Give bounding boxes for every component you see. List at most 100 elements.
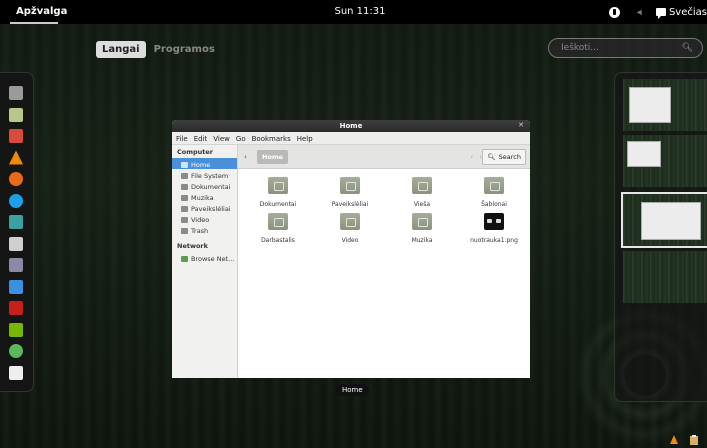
folder-icon bbox=[268, 177, 288, 194]
software-center-icon-shape bbox=[9, 344, 23, 358]
status-tray: ◂ᵢ Svečias bbox=[608, 4, 707, 20]
text-editor-icon-shape bbox=[9, 107, 23, 122]
folder-icon bbox=[181, 194, 188, 201]
menu-edit[interactable]: Edit bbox=[194, 135, 208, 143]
file-view: Dokumentai Paveikslėliai Vieša Šablonai Darb… bbox=[238, 169, 530, 378]
window-title: Home bbox=[339, 122, 363, 130]
search-button-label: Search bbox=[498, 153, 521, 161]
folder-item[interactable]: Muzika bbox=[392, 213, 452, 244]
dash bbox=[0, 72, 34, 392]
back-arrow-icon[interactable]: ‹ bbox=[244, 153, 247, 161]
nvidia-icon-shape bbox=[9, 322, 23, 337]
sidebar-item-1[interactable]: File System bbox=[172, 169, 237, 180]
workspace-thumbnail[interactable] bbox=[623, 79, 707, 131]
close-icon[interactable]: ✕ bbox=[518, 121, 524, 129]
folder-item[interactable]: Vieša bbox=[392, 177, 452, 208]
sidebar-item-5[interactable]: Video bbox=[172, 213, 237, 224]
tab-windows[interactable]: Langai bbox=[96, 41, 146, 58]
window-caption: Home bbox=[336, 384, 369, 396]
clipboard-tray-icon[interactable] bbox=[689, 435, 699, 445]
files-icon-shape bbox=[9, 86, 23, 100]
workspace-window-thumbnail bbox=[627, 141, 661, 167]
filezilla-icon[interactable] bbox=[7, 300, 25, 316]
menu-view[interactable]: View bbox=[213, 135, 230, 143]
activities-button[interactable]: Apžvalga bbox=[0, 0, 67, 24]
dropbox-icon[interactable] bbox=[7, 279, 25, 295]
folder-item[interactable]: Paveikslėliai bbox=[320, 177, 380, 208]
vlc-icon[interactable] bbox=[7, 150, 25, 166]
web-browser-icon[interactable] bbox=[7, 214, 25, 230]
folder-icon bbox=[340, 213, 360, 230]
firefox-icon[interactable] bbox=[7, 171, 25, 187]
file-manager-window[interactable]: Home ✕ File Edit View Go Bookmarks Help Compu… bbox=[172, 120, 530, 378]
text-editor-icon[interactable] bbox=[7, 107, 25, 123]
chevron-left-icon[interactable]: ‹ bbox=[470, 153, 473, 161]
folder-item[interactable]: Darbastalis bbox=[248, 213, 308, 244]
folder-icon bbox=[268, 213, 288, 230]
sidebar-item-3[interactable]: Muzika bbox=[172, 191, 237, 202]
volume-icon[interactable]: ◂ᵢ bbox=[632, 5, 646, 19]
clock[interactable]: Sun 11:31 bbox=[330, 6, 390, 17]
sidebar-item-label: Browse Net... bbox=[191, 254, 235, 263]
folder-item[interactable]: Video bbox=[320, 213, 380, 244]
window-titlebar[interactable]: Home ✕ bbox=[172, 120, 530, 132]
software-center-icon[interactable] bbox=[7, 343, 25, 359]
sidebar-heading-network: Network bbox=[177, 242, 208, 250]
tab-applications[interactable]: Programos bbox=[148, 41, 221, 58]
workspace-window-thumbnail bbox=[629, 87, 671, 123]
folder-item[interactable]: Dokumentai bbox=[248, 177, 308, 208]
vlc-tray-icon[interactable] bbox=[669, 435, 679, 445]
top-bar: Apžvalga Sun 11:31 ◂ᵢ Svečias bbox=[0, 0, 707, 24]
presentation-icon[interactable] bbox=[7, 128, 25, 144]
breadcrumb-home[interactable]: Home bbox=[257, 150, 289, 164]
filezilla-icon-shape bbox=[9, 301, 23, 315]
sidebar-item-label: Home bbox=[191, 160, 211, 169]
files-icon[interactable] bbox=[7, 85, 25, 101]
sidebar-item-label: File System bbox=[191, 171, 229, 180]
workspace-window-thumbnail bbox=[641, 202, 701, 240]
network-icon[interactable] bbox=[7, 236, 25, 252]
file-name: Darbastalis bbox=[261, 237, 295, 244]
sidebar-item-6[interactable]: Trash bbox=[172, 224, 237, 235]
file-name: Šablonai bbox=[481, 201, 507, 208]
location-toolbar: ‹ Home ‹ › 🔍︎ Search bbox=[238, 145, 530, 169]
workspace-thumbnail[interactable] bbox=[623, 135, 707, 187]
folder-icon bbox=[484, 177, 504, 194]
message-tray bbox=[669, 435, 699, 445]
sidebar-item-0[interactable]: Home bbox=[172, 158, 237, 169]
activities-underline bbox=[10, 22, 58, 24]
firefox-icon-shape bbox=[9, 172, 23, 186]
document-icon[interactable] bbox=[7, 365, 25, 381]
sidebar-heading-computer: Computer bbox=[177, 148, 214, 156]
menu-file[interactable]: File bbox=[176, 135, 188, 143]
folder-icon bbox=[181, 172, 188, 179]
network-icon bbox=[181, 255, 188, 262]
sidebar-item-label: Video bbox=[191, 215, 210, 224]
file-name: Vieša bbox=[413, 201, 431, 208]
places-sidebar: Computer Home File System Dokumentai Muzika… bbox=[172, 145, 238, 378]
workspace-switcher bbox=[614, 72, 707, 402]
nvidia-icon[interactable] bbox=[7, 322, 25, 338]
image-file[interactable]: nuotrauka1.png bbox=[464, 213, 524, 244]
sidebar-item-browse-network[interactable]: Browse Net... bbox=[172, 252, 237, 263]
menu-bar: File Edit View Go Bookmarks Help bbox=[172, 132, 530, 145]
activities-label: Apžvalga bbox=[16, 6, 68, 17]
menu-go[interactable]: Go bbox=[236, 135, 246, 143]
user-menu[interactable]: Svečias bbox=[655, 7, 707, 19]
folder-icon bbox=[412, 213, 432, 230]
search-button[interactable]: 🔍︎ Search bbox=[482, 149, 526, 165]
workspace-thumbnail[interactable] bbox=[623, 251, 707, 303]
accessibility-icon[interactable] bbox=[608, 5, 622, 19]
sidebar-item-4[interactable]: Paveikslėliai bbox=[172, 202, 237, 213]
folder-icon bbox=[181, 227, 188, 234]
workspace-thumbnail-current[interactable] bbox=[621, 192, 707, 248]
menu-help[interactable]: Help bbox=[297, 135, 313, 143]
search-input[interactable]: Ieškoti... 🔍︎ bbox=[548, 38, 703, 58]
menu-bookmarks[interactable]: Bookmarks bbox=[252, 135, 291, 143]
chat-icon bbox=[655, 8, 666, 19]
sidebar-item-2[interactable]: Dokumentai bbox=[172, 180, 237, 191]
folder-item[interactable]: Šablonai bbox=[464, 177, 524, 208]
folder-icon bbox=[340, 177, 360, 194]
skype-icon[interactable] bbox=[7, 193, 25, 209]
calendar-icon[interactable] bbox=[7, 257, 25, 273]
